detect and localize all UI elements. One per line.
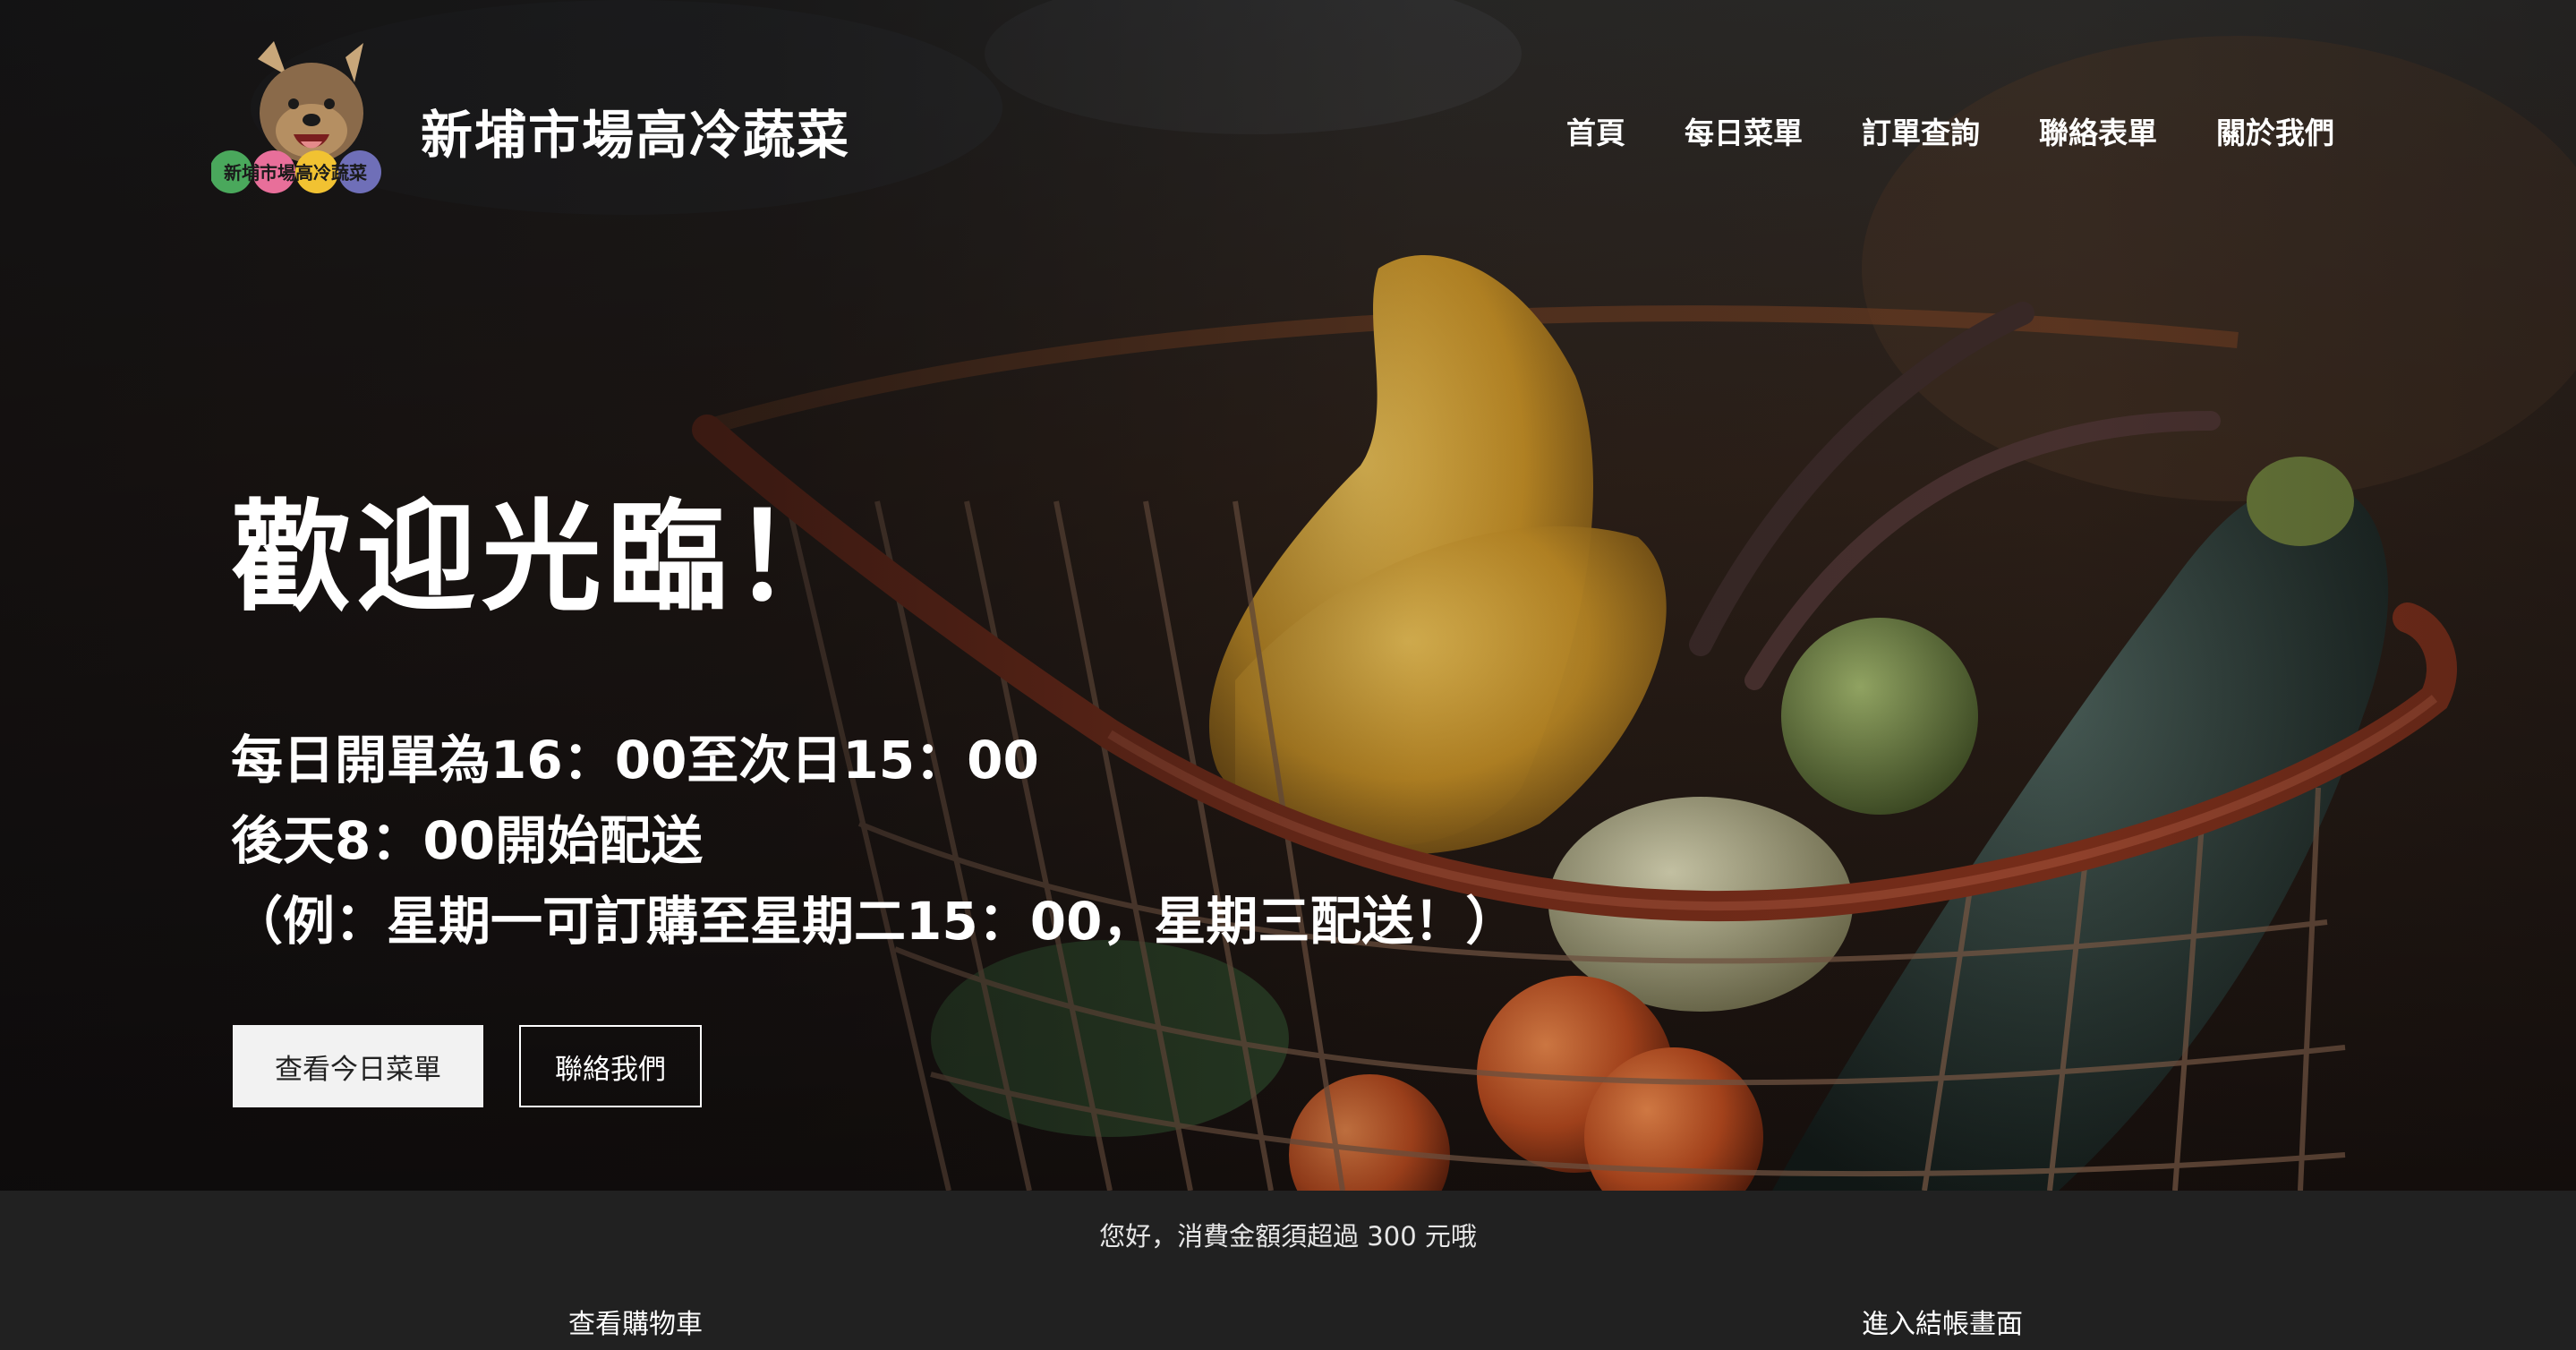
main-nav: 首頁 每日菜單 訂單查詢 聯絡表單 關於我們 <box>1566 109 2334 152</box>
order-window-line: 每日開單為16：00至次日15：00 <box>231 730 1039 790</box>
nav-contact-form[interactable]: 聯絡表單 <box>2039 109 2157 152</box>
cart-bar: 您好，消費金額須超過 300 元哦 查看購物車 進入結帳畫面 <box>0 1191 2576 1350</box>
example-line: （例：星期一可訂購至星期二15：00，星期三配送！） <box>231 891 1518 952</box>
nav-home[interactable]: 首頁 <box>1566 109 1625 152</box>
page: 新埔市場高冷蔬菜 新埔市場高冷蔬菜 首頁 每日菜單 訂單查詢 聯絡表單 關於我們… <box>0 0 2576 1350</box>
site-title[interactable]: 新埔市場高冷蔬菜 <box>421 93 850 168</box>
logo-text: 新埔市場高冷蔬菜 <box>224 162 367 184</box>
view-today-menu-button[interactable]: 查看今日菜單 <box>233 1025 483 1107</box>
delivery-start-line: 後天8：00開始配送 <box>231 810 704 871</box>
view-cart-button[interactable]: 查看購物車 <box>568 1302 703 1341</box>
hero-heading: 歡迎光臨！ <box>231 488 858 628</box>
hero-info: 每日開單為16：00至次日15：00 後天8：00開始配送 （例：星期一可訂購至… <box>231 720 1517 961</box>
minimum-order-notice: 您好，消費金額須超過 300 元哦 <box>1099 1221 1477 1252</box>
contact-us-button[interactable]: 聯絡我們 <box>519 1025 702 1107</box>
nav-order-lookup[interactable]: 訂單查詢 <box>1862 109 1980 152</box>
nav-daily-menu[interactable]: 每日菜單 <box>1685 109 1803 152</box>
nav-about-us[interactable]: 關於我們 <box>2216 109 2334 152</box>
dog-logo-icon[interactable]: 新埔市場高冷蔬菜 <box>209 41 397 201</box>
hero-buttons: 查看今日菜單 聯絡我們 <box>233 1025 702 1107</box>
checkout-button[interactable]: 進入結帳畫面 <box>1862 1302 2023 1341</box>
